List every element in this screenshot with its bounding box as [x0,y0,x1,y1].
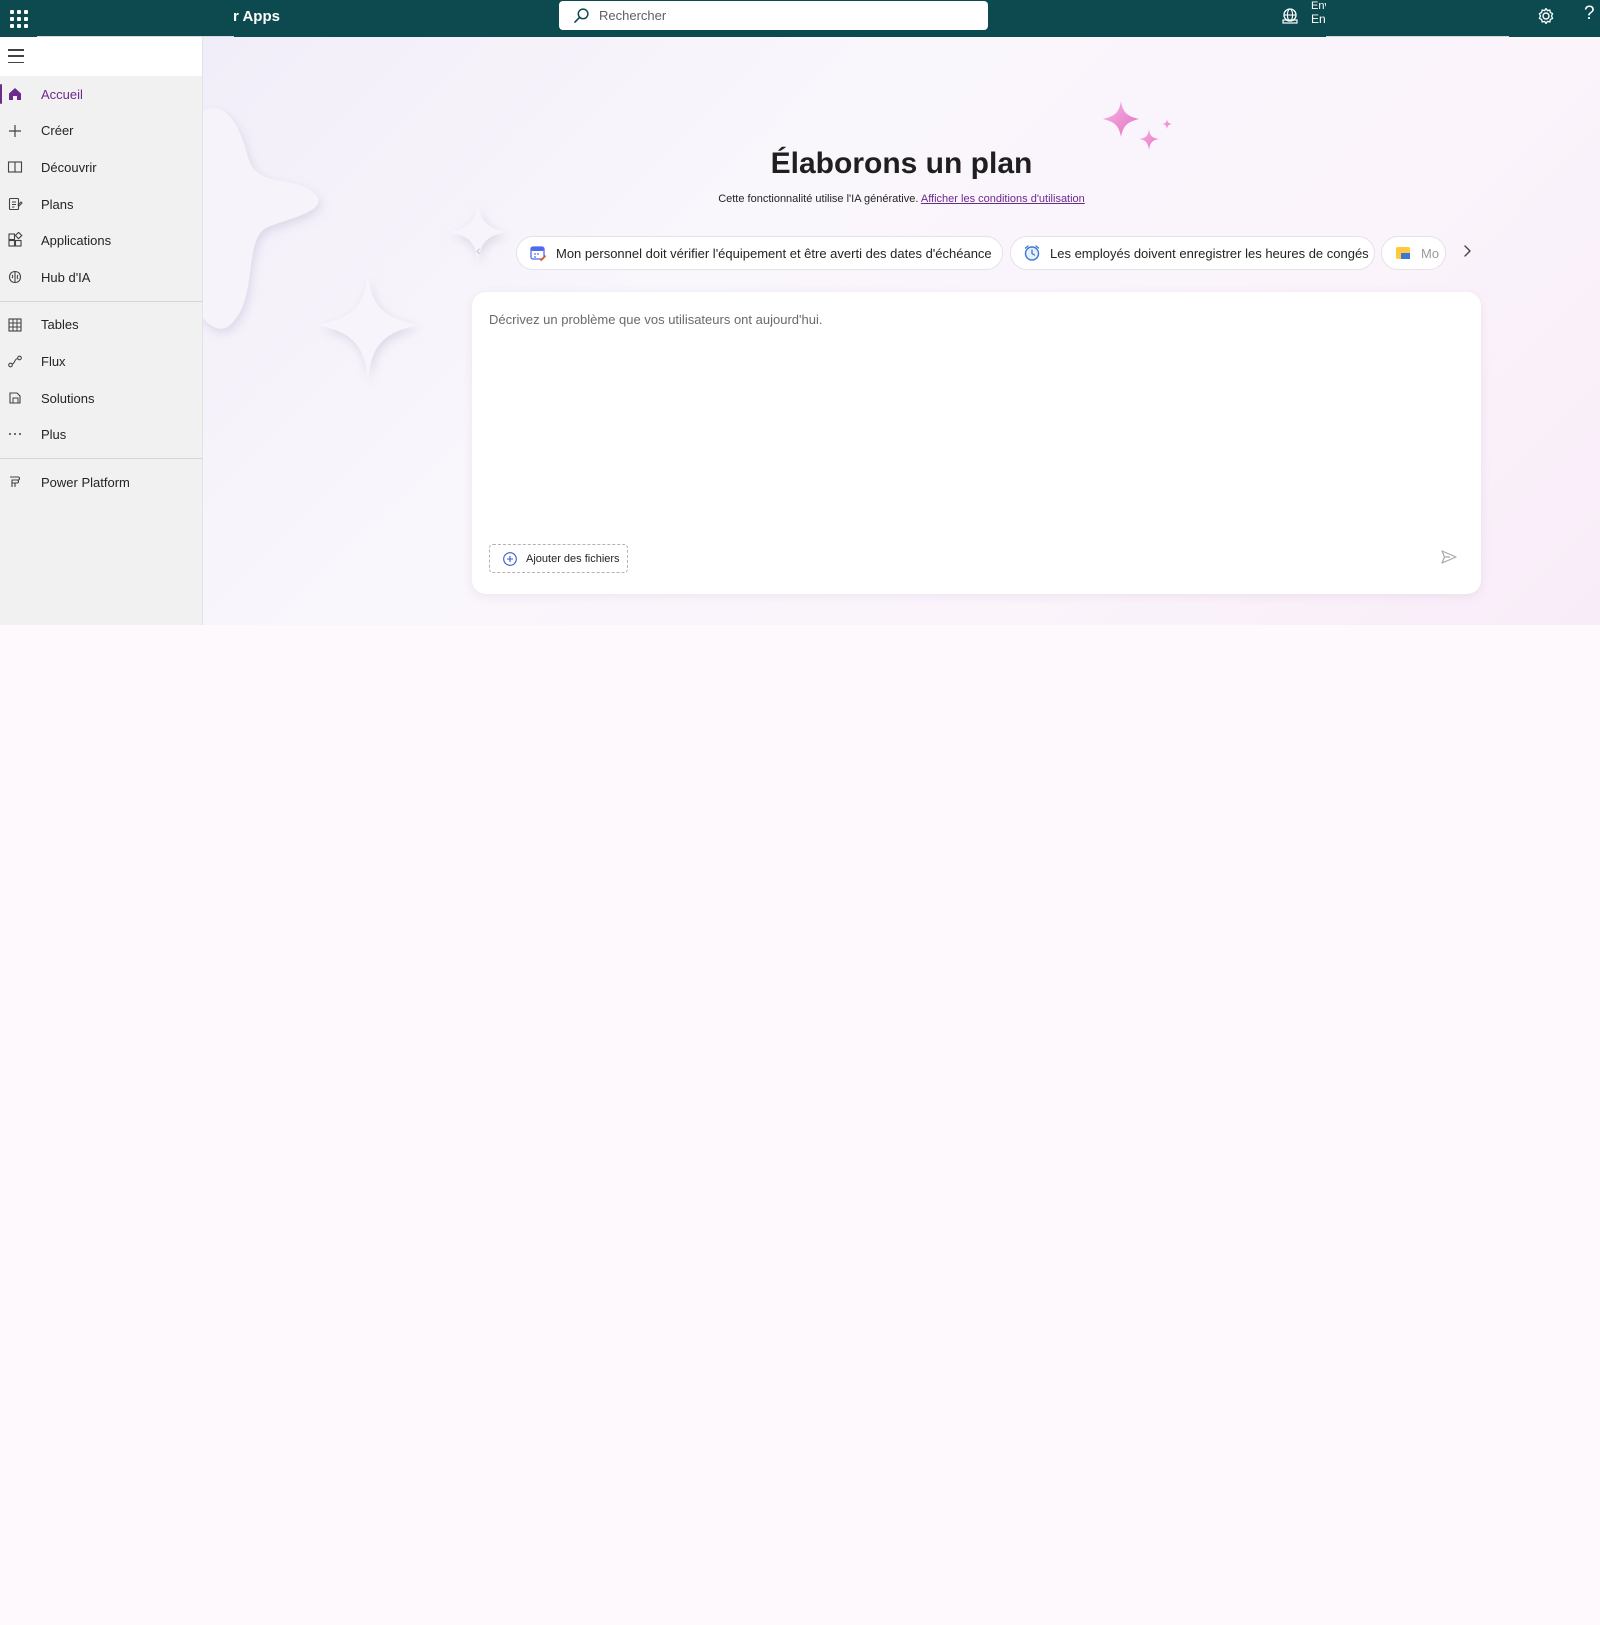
sidebar-item-label: Plans [41,196,74,212]
search-icon [574,8,589,23]
solutions-icon [9,392,21,404]
sidebar-item-flux[interactable]: Flux [0,343,202,380]
clock-icon [1024,245,1040,261]
sidebar-item-label: Découvrir [41,159,97,175]
add-files-label: Ajouter des fichiers [526,552,620,565]
table-icon [8,318,22,332]
app-launcher-icon[interactable] [6,6,30,30]
help-icon[interactable]: ? [1584,3,1600,25]
brain-icon [8,270,22,284]
sidebar-item-accueil[interactable]: Accueil [0,76,202,113]
sidebar-item-solutions[interactable]: Solutions [0,380,202,417]
sidebar-item-decouvrir[interactable]: Découvrir [0,149,202,186]
sidebar-item-label: Solutions [41,390,95,406]
page-title: Élaborons un plan [770,147,1033,180]
gear-icon[interactable] [1536,6,1556,26]
top-bar: r Apps Rechercher Env En ? [0,0,1600,37]
suggestion-label: Mon personnel doit vérifier l'équipement… [556,245,992,261]
sidebar-item-label: Hub d'IA [41,269,91,285]
send-icon[interactable] [1439,547,1459,567]
sidebar: Accueil Créer Découvrir Plans Applicatio… [0,37,203,625]
sidebar-item-label: Tables [41,317,79,333]
sidebar-item-label: Créer [41,123,74,139]
terms-link[interactable]: Afficher les conditions d'utilisation [921,193,1085,205]
sidebar-item-plus[interactable]: Plus [0,416,202,453]
sidebar-item-label: Flux [41,353,66,369]
environment-name: En [1311,12,1326,26]
folder-icon [1396,247,1410,259]
sidebar-item-plans[interactable]: Plans [0,186,202,223]
page-subtitle: Cette fonctionnalité utilise l'IA généra… [203,193,1600,205]
hero: Élaborons un plan [203,147,1600,181]
sidebar-item-applications[interactable]: Applications [0,222,202,259]
add-files-button[interactable]: Ajouter des fichiers [489,544,628,573]
app-name[interactable]: r Apps [233,8,280,25]
power-platform-icon [10,476,21,487]
sidebar-item-hub-ia[interactable]: Hub d'IA [0,259,202,296]
search-input[interactable]: Rechercher [599,8,666,23]
sidebar-item-label: Power Platform [41,474,130,490]
sidebar-item-label: Applications [41,233,112,249]
apps-icon [8,232,23,247]
suggestion-chip[interactable]: Mo [1381,236,1446,270]
environment-icon[interactable] [1280,6,1300,26]
main-content: Élaborons un plan Cette fonctionnalité u… [203,37,1600,625]
prompt-input[interactable]: Décrivez un problème que vos utilisateur… [489,312,822,327]
add-circle-icon [503,551,517,566]
divider [0,457,202,459]
sidebar-item-power-platform[interactable]: Power Platform [0,464,202,501]
divider [0,300,202,302]
suggestion-label: Les employés doivent enregistrer les heu… [1050,245,1369,261]
search-box[interactable]: Rechercher [559,1,988,30]
suggestion-chip[interactable]: Les employés doivent enregistrer les heu… [1010,236,1375,270]
plus-icon [9,124,21,137]
flow-icon [8,355,22,368]
sidebar-header [0,37,202,76]
suggestion-label: Mo [1421,245,1440,261]
sidebar-item-tables[interactable]: Tables [0,307,202,344]
sidebar-item-label: Plus [41,427,67,443]
calendar-icon [530,246,547,262]
chevron-left-icon[interactable]: ‹ [476,242,481,258]
plans-icon [8,197,23,210]
chevron-right-icon[interactable] [1457,241,1477,261]
home-icon [9,88,21,100]
decorative-star-shape [318,272,418,382]
hamburger-menu-icon[interactable] [8,49,24,63]
suggestion-chip[interactable]: Mon personnel doit vérifier l'équipement… [516,236,1003,270]
prompt-box[interactable]: Décrivez un problème que vos utilisateur… [472,292,1481,594]
sidebar-item-creer[interactable]: Créer [0,113,202,150]
environment-selector[interactable]: Env En [1311,0,1326,26]
more-icon [9,433,21,436]
subtitle-text: Cette fonctionnalité utilise l'IA généra… [718,193,919,205]
sidebar-item-label: Accueil [41,86,83,102]
book-icon [7,161,23,173]
